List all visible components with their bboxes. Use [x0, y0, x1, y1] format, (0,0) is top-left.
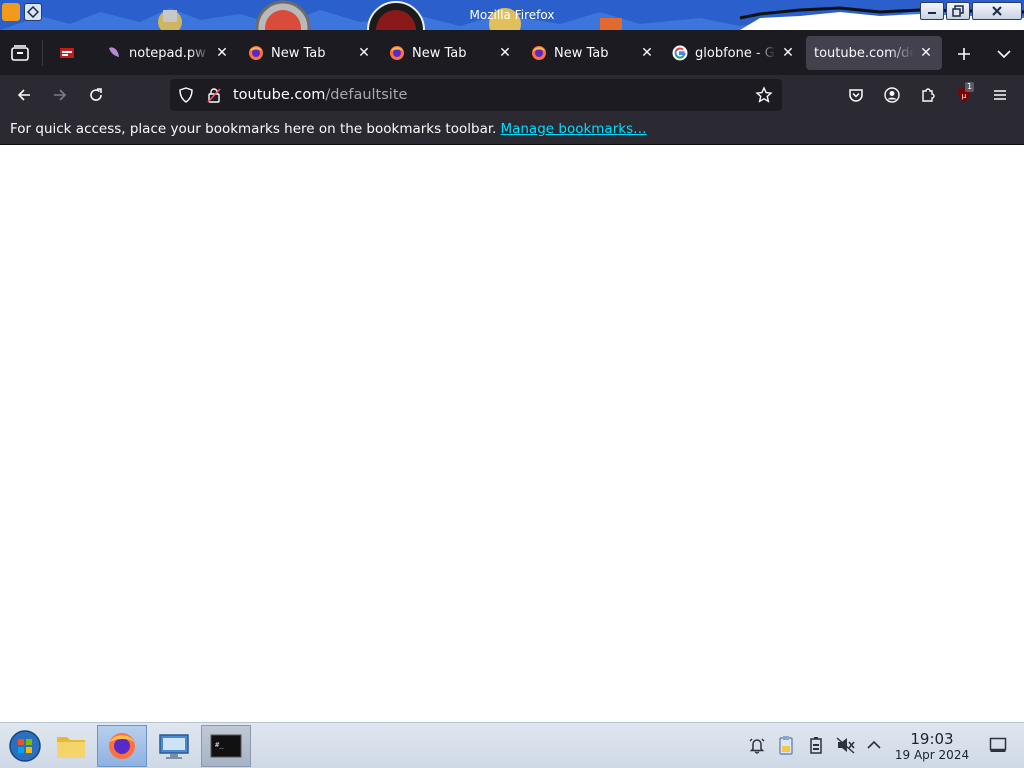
extensions-button[interactable] — [916, 83, 940, 107]
tab-label: notepad.pw — [129, 45, 206, 61]
window-titlebar: Mozilla Firefox — [0, 0, 1024, 30]
battery-tray-icon[interactable] — [806, 735, 826, 755]
list-all-tabs-button[interactable] — [992, 42, 1016, 66]
pocket-button[interactable] — [844, 83, 868, 107]
taskbar: #_ 19:03 19 Apr 2024 — [0, 722, 1024, 768]
taskbar-firefox[interactable] — [97, 725, 147, 767]
folder-icon — [57, 737, 85, 758]
reload-button[interactable] — [84, 83, 108, 107]
url-domain: toutube.com — [233, 87, 326, 103]
window-title: Mozilla Firefox — [469, 8, 555, 22]
url-text[interactable]: toutube.com/defaultsite — [233, 87, 407, 103]
forward-button[interactable] — [48, 83, 72, 107]
volume-muted-tray-icon[interactable] — [836, 735, 856, 755]
start-orb-icon — [9, 730, 41, 762]
tab-strip: notepad.pw ✕ New Tab ✕ New Tab ✕ New Tab… — [0, 30, 1024, 75]
navigation-toolbar: toutube.com/defaultsite μ 1 — [0, 75, 1024, 115]
ublock-extension-button[interactable]: μ 1 — [952, 82, 976, 107]
minimize-icon — [928, 12, 936, 14]
tab-globfone[interactable]: globfone - G ✕ — [672, 36, 796, 70]
close-icon — [992, 6, 1002, 16]
svg-text:μ: μ — [962, 92, 967, 100]
url-bar[interactable]: toutube.com/defaultsite — [170, 79, 782, 111]
start-button[interactable] — [0, 725, 50, 767]
tab-label: New Tab — [271, 45, 326, 61]
reload-icon — [90, 88, 102, 101]
tab-new-tab-1[interactable]: New Tab ✕ — [248, 36, 372, 70]
insecure-lock-icon[interactable] — [206, 87, 222, 103]
manage-bookmarks-link[interactable]: Manage bookmarks… — [500, 121, 646, 137]
bookmarks-empty-message: For quick access, place your bookmarks h… — [10, 121, 647, 137]
taskbar-file-manager[interactable] — [46, 725, 96, 767]
tab-label: toutube.com/de — [814, 45, 914, 61]
clipboard-icon — [779, 736, 793, 755]
clock-date: 19 Apr 2024 — [894, 748, 970, 762]
hamburger-menu-icon — [994, 90, 1006, 100]
tab-strip-divider — [42, 40, 43, 66]
taskbar-terminal[interactable]: #_ — [201, 725, 251, 767]
plus-icon — [958, 48, 970, 60]
tab-pinned[interactable] — [50, 36, 84, 70]
chevron-down-icon — [997, 50, 1011, 59]
close-tab-icon[interactable]: ✕ — [356, 45, 372, 61]
url-path: /defaultsite — [325, 87, 408, 103]
close-tab-icon[interactable]: ✕ — [918, 45, 934, 61]
account-icon — [884, 87, 900, 103]
puzzle-piece-icon — [922, 88, 935, 102]
tab-notepad[interactable]: notepad.pw ✕ — [106, 36, 230, 70]
page-content-area[interactable] — [0, 146, 1024, 722]
battery-icon — [810, 737, 822, 754]
firefox-view-icon — [11, 45, 29, 61]
close-tab-icon[interactable]: ✕ — [780, 45, 796, 61]
app-menu-button[interactable] — [988, 83, 1012, 107]
system-settings-icon — [159, 734, 189, 759]
firefox-icon — [249, 46, 263, 60]
close-tab-icon[interactable]: ✕ — [497, 45, 513, 61]
taskbar-system-settings[interactable] — [149, 725, 199, 767]
firefox-icon — [390, 46, 404, 60]
tab-label: New Tab — [412, 45, 467, 61]
show-hidden-icons-button[interactable] — [864, 735, 884, 755]
close-tab-icon[interactable]: ✕ — [639, 45, 655, 61]
account-button[interactable] — [880, 83, 904, 107]
maximize-button[interactable] — [946, 2, 970, 20]
tracking-protection-shield-icon[interactable] — [178, 87, 194, 103]
new-tab-button[interactable] — [952, 42, 976, 66]
bookmarks-toolbar: For quick access, place your bookmarks h… — [0, 115, 1024, 145]
bookmarks-message-text: For quick access, place your bookmarks h… — [10, 121, 497, 137]
clock-time: 19:03 — [910, 730, 954, 748]
show-desktop-button[interactable] — [988, 735, 1008, 755]
firefox-icon — [532, 46, 546, 60]
tab-new-tab-2[interactable]: New Tab ✕ — [389, 36, 513, 70]
speaker-muted-icon — [836, 737, 855, 754]
terminal-icon: #_ — [210, 734, 242, 758]
clipboard-tray-icon[interactable] — [776, 735, 796, 755]
firefox-icon — [109, 733, 135, 759]
desktop-icon — [989, 737, 1007, 752]
forward-arrow-icon — [54, 89, 67, 101]
extension-badge: 1 — [965, 82, 975, 92]
google-icon — [672, 45, 688, 61]
notepad-icon — [109, 47, 119, 57]
taskbar-clock[interactable]: 19:03 19 Apr 2024 — [892, 730, 972, 763]
close-tab-icon[interactable]: ✕ — [214, 45, 230, 61]
back-arrow-icon — [17, 89, 30, 101]
pocket-icon — [849, 89, 863, 102]
chevron-up-icon — [867, 740, 881, 749]
svg-text:#_: #_ — [215, 741, 224, 749]
star-icon — [755, 86, 773, 103]
bell-icon — [749, 738, 765, 754]
restore-icon — [952, 5, 964, 17]
firefox-view-button[interactable] — [8, 42, 32, 64]
tab-label: globfone - G — [695, 45, 775, 61]
bookmark-star-button[interactable] — [755, 86, 773, 104]
back-button[interactable] — [12, 83, 36, 107]
close-window-button[interactable] — [972, 2, 1022, 20]
tab-label: New Tab — [554, 45, 609, 61]
tab-new-tab-3[interactable]: New Tab ✕ — [531, 36, 655, 70]
minimize-button[interactable] — [920, 2, 944, 20]
notifications-tray-icon[interactable] — [747, 735, 767, 755]
pinned-site-icon — [60, 48, 74, 58]
tab-toutube[interactable]: toutube.com/de ✕ — [806, 36, 942, 70]
